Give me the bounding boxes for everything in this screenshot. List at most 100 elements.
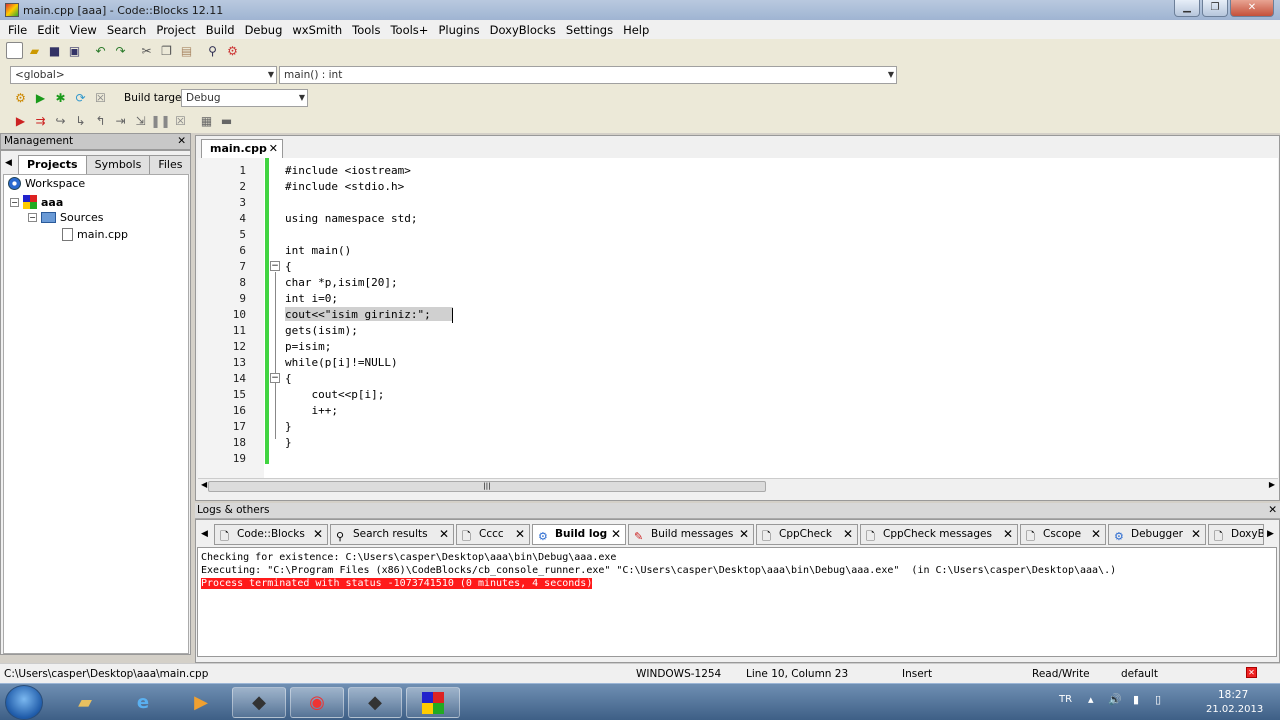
fold-icon[interactable]: − <box>270 373 280 383</box>
menu-help[interactable]: Help <box>618 23 654 37</box>
replace-icon[interactable]: ⚙ <box>224 42 241 59</box>
logs-next-icon[interactable]: ▶ <box>1267 529 1274 539</box>
scroll-thumb[interactable]: ||| <box>208 481 766 492</box>
log-tab-build-messages[interactable]: ✎ Build messages ✕ <box>628 524 754 545</box>
copy-icon[interactable]: ❐ <box>158 42 175 59</box>
log-tab-cccc[interactable]: 🗋 Cccc ✕ <box>456 524 530 545</box>
menu-file[interactable]: File <box>3 23 32 37</box>
scroll-right-icon[interactable]: ▶ <box>1269 480 1275 489</box>
media-taskbar-icon[interactable]: ▶ <box>174 687 228 718</box>
tab-close-icon[interactable]: ✕ <box>1091 525 1101 544</box>
menu-settings[interactable]: Settings <box>561 23 618 37</box>
tab-close-icon[interactable]: ✕ <box>1191 525 1201 544</box>
clock-time[interactable]: 18:27 <box>1218 689 1248 701</box>
tab-close-icon[interactable]: ✕ <box>611 525 621 544</box>
step-into-icon[interactable]: ↳ <box>72 112 89 129</box>
tab-close-icon[interactable]: ✕ <box>739 525 749 544</box>
explorer-taskbar-icon[interactable]: ▰ <box>58 687 112 718</box>
log-tab-debugger[interactable]: ⚙ Debugger ✕ <box>1108 524 1206 545</box>
step-instruction-icon[interactable]: ⇲ <box>132 112 149 129</box>
log-tab-build-log[interactable]: ⚙ Build log ✕ <box>532 524 626 545</box>
debug-start-icon[interactable]: ▶ <box>12 112 29 129</box>
log-tab-cppcheck-messages[interactable]: 🗋 CppCheck messages ✕ <box>860 524 1018 545</box>
ie-taskbar-icon[interactable]: e <box>116 687 170 718</box>
scope-combo[interactable]: <global> ▼ <box>10 66 277 84</box>
log-tab-search-results[interactable]: ⚲ Search results ✕ <box>330 524 454 545</box>
cut-icon[interactable]: ✂ <box>138 42 155 59</box>
abort-icon[interactable]: ☒ <box>92 89 109 106</box>
tree-folder[interactable]: − Sources <box>28 211 104 224</box>
next-line-icon[interactable]: ↪ <box>52 112 69 129</box>
fold-icon[interactable]: − <box>270 261 280 271</box>
minimize-button[interactable]: ▁ <box>1174 0 1200 17</box>
redo-icon[interactable]: ↷ <box>112 42 129 59</box>
language-indicator[interactable]: TR <box>1059 694 1072 705</box>
start-button[interactable] <box>5 685 43 720</box>
network-icon[interactable]: ▮ <box>1133 693 1139 706</box>
menu-view[interactable]: View <box>65 23 102 37</box>
volume-icon[interactable]: 🔊 <box>1108 693 1122 706</box>
menu-tools-plus[interactable]: Tools+ <box>385 23 433 37</box>
tray-expand-icon[interactable]: ▴ <box>1088 693 1094 706</box>
logs-prev-icon[interactable]: ◀ <box>201 529 208 539</box>
tab-projects[interactable]: Projects <box>18 155 87 174</box>
editor-tab-close-icon[interactable]: ✕ <box>269 140 278 158</box>
collapse-icon[interactable]: − <box>10 197 19 207</box>
log-tab-doxyblocks[interactable]: 🗋 DoxyB <box>1208 524 1264 545</box>
maximize-button[interactable]: ❐ <box>1202 0 1228 17</box>
codeblocks-taskbar-icon[interactable] <box>406 687 460 718</box>
app-taskbar-icon[interactable]: ◆ <box>232 687 286 718</box>
build-log-output[interactable]: Checking for existence: C:\Users\casper\… <box>197 547 1277 657</box>
menu-wxsmith[interactable]: wxSmith <box>287 23 347 37</box>
log-tab-cscope[interactable]: 🗋 Cscope ✕ <box>1020 524 1106 545</box>
tab-close-icon[interactable]: ✕ <box>313 525 323 544</box>
status-error-icon[interactable]: ✕ <box>1246 667 1257 678</box>
build-icon[interactable]: ⚙ <box>12 89 29 106</box>
collapse-icon[interactable]: − <box>28 213 37 222</box>
battery-icon[interactable]: ▯ <box>1155 693 1161 706</box>
open-icon[interactable]: ▰ <box>26 42 43 59</box>
menu-plugins[interactable]: Plugins <box>433 23 484 37</box>
stop-debug-icon[interactable]: ☒ <box>172 112 189 129</box>
build-run-icon[interactable]: ✱ <box>52 89 69 106</box>
editor-hscrollbar[interactable]: ◀ ||| ▶ <box>198 478 1278 493</box>
tab-files[interactable]: Files <box>149 155 192 174</box>
scroll-left-icon[interactable]: ◀ <box>201 480 207 489</box>
build-target-combo[interactable]: Debug ▼ <box>181 89 308 107</box>
menu-debug[interactable]: Debug <box>240 23 288 37</box>
tab-close-icon[interactable]: ✕ <box>439 525 449 544</box>
menu-project[interactable]: Project <box>151 23 200 37</box>
menu-edit[interactable]: Edit <box>32 23 64 37</box>
tab-close-icon[interactable]: ✕ <box>515 525 525 544</box>
save-all-icon[interactable]: ▣ <box>66 42 83 59</box>
tab-close-icon[interactable]: ✕ <box>1003 525 1013 544</box>
management-close-icon[interactable]: ✕ <box>177 134 186 149</box>
function-combo[interactable]: main() : int ▼ <box>279 66 897 84</box>
close-button[interactable]: ✕ <box>1230 0 1274 17</box>
menu-build[interactable]: Build <box>201 23 240 37</box>
next-instruction-icon[interactable]: ⇥ <box>112 112 129 129</box>
tree-file[interactable]: main.cpp <box>62 228 128 241</box>
undo-icon[interactable]: ↶ <box>92 42 109 59</box>
editor-tab[interactable]: main.cpp ✕ <box>201 139 283 158</box>
code-editor[interactable]: − − 1 2 3 4 5 6 7 8 9 10 11 12 13 14 15 … <box>198 158 1278 478</box>
paste-icon[interactable]: ▤ <box>178 42 195 59</box>
logs-close-icon[interactable]: ✕ <box>1268 503 1277 518</box>
debug-info-icon[interactable]: ▬ <box>218 112 235 129</box>
log-tab-cppcheck[interactable]: 🗋 CppCheck ✕ <box>756 524 858 545</box>
tab-close-icon[interactable]: ✕ <box>843 525 853 544</box>
run-icon[interactable]: ▶ <box>32 89 49 106</box>
log-tab-codeblocks[interactable]: 🗋 Code::Blocks ✕ <box>214 524 328 545</box>
save-icon[interactable]: ■ <box>46 42 63 59</box>
tab-prev-icon[interactable]: ◀ <box>5 158 12 168</box>
tree-workspace[interactable]: Workspace <box>8 177 85 190</box>
tab-symbols[interactable]: Symbols <box>85 155 151 174</box>
menu-search[interactable]: Search <box>102 23 152 37</box>
pause-icon[interactable]: ❚❚ <box>150 112 170 129</box>
new-file-icon[interactable]: ▫ <box>6 42 23 59</box>
rebuild-icon[interactable]: ⟳ <box>72 89 89 106</box>
debug-windows-icon[interactable]: ▦ <box>198 112 215 129</box>
menu-doxyblocks[interactable]: DoxyBlocks <box>485 23 561 37</box>
console-taskbar-icon[interactable]: ◆ <box>348 687 402 718</box>
find-icon[interactable]: ⚲ <box>204 42 221 59</box>
